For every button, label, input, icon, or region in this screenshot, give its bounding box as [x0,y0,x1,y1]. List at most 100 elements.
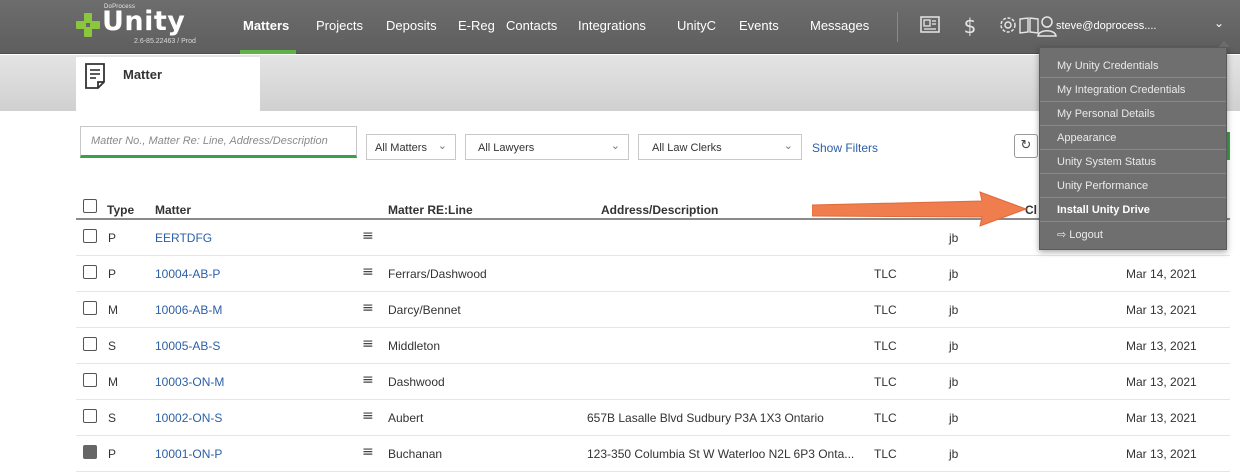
row-menu-icon[interactable]: ≡ [362,444,374,460]
menu-item-my-integration-credentials[interactable]: My Integration Credentials [1040,78,1226,102]
search-input[interactable] [91,135,351,147]
cell-reline: Ferrars/Dashwood [388,267,487,281]
matters-filter-select[interactable]: All Matters ⌄ [366,134,456,160]
version-label: 2.6-85.22463 / Prod [134,38,196,45]
cell-matter-link[interactable]: 10006-AB-M [155,303,222,317]
cell-code: TLC [874,375,897,389]
chevron-down-icon: ⌄ [783,139,793,152]
menu-item-install-unity-drive[interactable]: Install Unity Drive [1040,198,1226,222]
row-menu-icon[interactable]: ≡ [362,372,374,388]
nav-divider [897,12,898,42]
cell-clerk: jb [949,231,959,245]
table-row[interactable]: P 10001-ON-P ≡ Buchanan 123-350 Columbia St … [76,436,1230,472]
nav-messages[interactable]: Messages [810,18,869,33]
row-checkbox[interactable] [83,229,97,243]
row-menu-icon[interactable]: ≡ [362,228,374,244]
column-header-type[interactable]: Type [107,203,134,217]
cell-code: TLC [874,267,897,281]
tab-matter[interactable]: Matter [76,57,260,113]
cell-address: 657B Lasalle Blvd Sudbury P3A 1X3 Ontari… [587,411,824,425]
cell-reline: Middleton [388,339,441,353]
row-menu-icon[interactable]: ≡ [362,408,374,424]
nav-integrations[interactable]: Integrations [578,18,646,33]
law-clerks-filter-value: All Law Clerks [652,142,722,154]
nav-events[interactable]: Events [739,18,779,33]
select-all-checkbox[interactable] [83,199,97,213]
cell-code: TLC [874,303,897,317]
cell-clerk: jb [949,267,959,281]
table-row[interactable]: M 10003-ON-M ≡ Dashwood TLC jb Mar 13, 2021 [76,364,1230,400]
cell-date: Mar 13, 2021 [1126,375,1197,389]
row-checkbox[interactable] [83,301,97,315]
cell-matter-link[interactable]: 10001-ON-P [155,447,222,461]
table-row[interactable]: S 10002-ON-S ≡ Aubert 657B Lasalle Blvd Sudb… [76,400,1230,436]
cell-address: 123-350 Columbia St W Waterloo N2L 6P3 O… [587,447,855,461]
column-header-address[interactable]: Address/Description [601,203,718,217]
row-checkbox[interactable] [83,265,97,279]
nav-matters[interactable]: Matters [243,18,289,33]
cell-clerk: jb [949,447,959,461]
row-checkbox[interactable] [83,409,97,423]
menu-item-my-unity-credentials[interactable]: My Unity Credentials [1040,54,1226,78]
matters-filter-value: All Matters [375,142,427,154]
logo-text: Unity [102,6,186,37]
menu-item-appearance[interactable]: Appearance [1040,126,1226,150]
top-nav-bar: DoProcess Unity 2.6-85.22463 / Prod Matt… [0,0,1240,54]
menu-item-unity-performance[interactable]: Unity Performance [1040,174,1226,198]
nav-projects[interactable]: Projects [316,18,363,33]
row-menu-icon[interactable]: ≡ [362,300,374,316]
column-header-matter[interactable]: Matter [155,203,191,217]
row-checkbox[interactable] [83,337,97,351]
newspaper-icon[interactable] [918,14,942,38]
table-row[interactable]: P 10004-AB-P ≡ Ferrars/Dashwood TLC jb Mar 14,… [76,256,1230,292]
app-window: DoProcess Unity 2.6-85.22463 / Prod Matt… [0,0,1240,472]
row-menu-icon[interactable]: ≡ [362,336,374,352]
cell-code: TLC [874,339,897,353]
annotation-arrow [812,191,1028,227]
cell-clerk: jb [949,339,959,353]
document-icon [82,61,108,91]
table-row[interactable]: S 10005-AB-S ≡ Middleton TLC jb Mar 13, 2021 [76,328,1230,364]
cell-clerk: jb [949,375,959,389]
active-nav-indicator [240,50,296,54]
cell-reline: Dashwood [388,375,445,389]
lawyers-filter-value: All Lawyers [478,142,535,154]
nav-unityc[interactable]: UnityC [677,18,716,33]
row-checkbox[interactable] [83,373,97,387]
nav-deposits[interactable]: Deposits [386,18,437,33]
logout-label: Logout [1069,229,1103,241]
cell-clerk: jb [949,303,959,317]
chevron-down-icon: ⌄ [437,139,447,152]
nav-contacts[interactable]: Contacts [506,18,557,33]
cell-matter-link[interactable]: 10004-AB-P [155,267,220,281]
cell-type: S [108,411,117,425]
law-clerks-filter-select[interactable]: All Law Clerks ⌄ [638,134,802,160]
cell-matter-link[interactable]: 10002-ON-S [155,411,222,425]
cell-matter-link[interactable]: EERTDFG [155,231,212,245]
cell-matter-link[interactable]: 10005-AB-S [155,339,220,353]
menu-item-my-personal-details[interactable]: My Personal Details [1040,102,1226,126]
lawyers-filter-select[interactable]: All Lawyers ⌄ [465,134,629,160]
cell-matter-link[interactable]: 10003-ON-M [155,375,224,389]
column-header-reline[interactable]: Matter RE:Line [388,203,473,217]
cell-type: M [108,375,118,389]
row-menu-icon[interactable]: ≡ [362,264,374,280]
nav-e-reg[interactable]: E-Reg [458,18,495,33]
user-icon [1036,14,1058,38]
user-dropdown-menu: My Unity Credentials My Integration Cred… [1039,47,1227,250]
menu-item-unity-system-status[interactable]: Unity System Status [1040,150,1226,174]
chevron-down-icon: ⌄ [1214,16,1225,30]
cell-type: P [108,231,117,245]
cell-clerk: jb [949,411,959,425]
cell-type: P [108,267,117,281]
dollar-icon[interactable]: $ [958,14,982,38]
show-filters-link[interactable]: Show Filters [812,141,878,155]
cell-reline: Buchanan [388,447,443,461]
menu-item-logout[interactable]: ⇨ Logout [1040,222,1226,246]
cell-date: Mar 14, 2021 [1126,267,1197,281]
table-row[interactable]: M 10006-AB-M ≡ Darcy/Bennet TLC jb Mar 13, 202… [76,292,1230,328]
refresh-icon[interactable]: ↻ [1014,134,1038,158]
cell-reline: Darcy/Bennet [388,303,461,317]
cell-code: TLC [874,447,897,461]
cell-code: TLC [874,411,897,425]
